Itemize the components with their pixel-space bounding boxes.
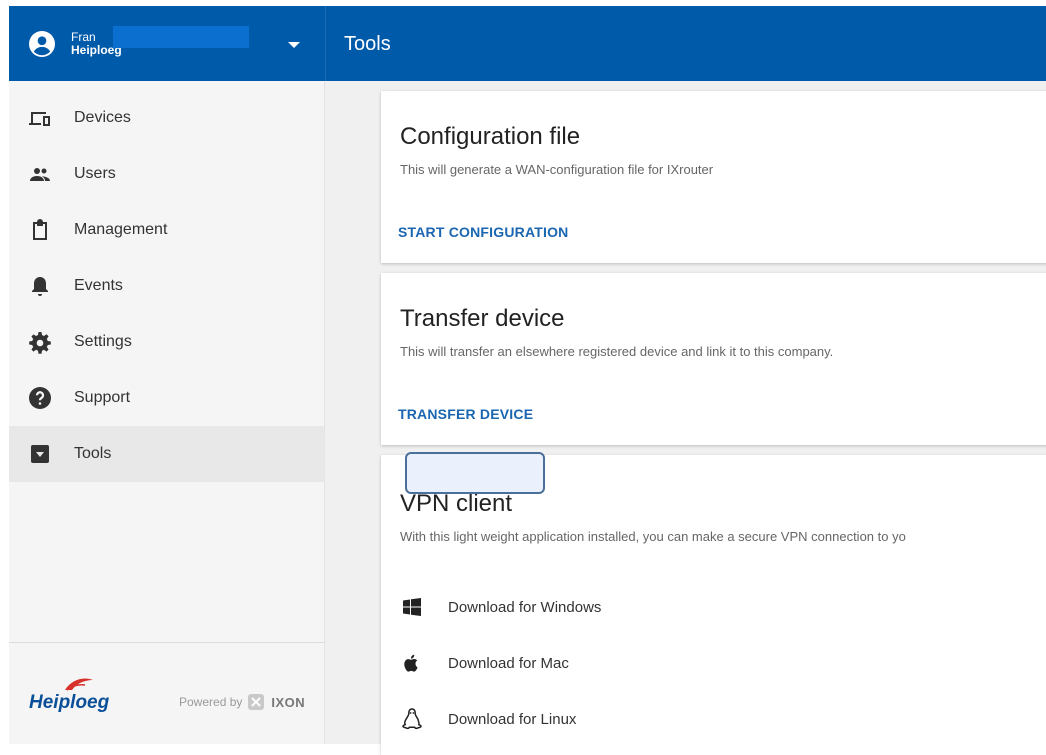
account-menu[interactable]: Fran Heiploeg bbox=[9, 6, 325, 81]
devices-icon bbox=[28, 106, 52, 130]
download-windows-link[interactable]: Download for Windows bbox=[401, 596, 601, 618]
sidebar-item-label: Events bbox=[74, 277, 123, 294]
ixon-logo-icon bbox=[248, 694, 265, 710]
download-label: Download for Windows bbox=[448, 598, 602, 616]
sidebar-item-management[interactable]: Management bbox=[9, 202, 324, 258]
vpn-card: VPN client With this light weight applic… bbox=[381, 455, 1046, 755]
sidebar-item-tools[interactable]: Tools bbox=[9, 426, 324, 482]
download-linux-link[interactable]: Download for Linux bbox=[401, 708, 576, 730]
account-circle-icon bbox=[29, 30, 55, 57]
transfer-device-button[interactable]: TRANSFER DEVICE bbox=[398, 406, 533, 422]
page-title: Tools bbox=[344, 33, 391, 55]
heiploeg-logo: Heiploeg bbox=[25, 668, 135, 724]
powered-by-text: Powered by bbox=[179, 695, 243, 709]
main-content: Configuration file This will generate a … bbox=[325, 81, 1046, 755]
powered-by: Powered by IXON bbox=[179, 693, 305, 711]
linux-icon bbox=[401, 708, 423, 730]
clipboard-icon bbox=[28, 218, 52, 242]
card-title: Configuration file bbox=[400, 123, 581, 150]
sidebar-item-events[interactable]: Events bbox=[9, 258, 324, 314]
sidebar-item-label: Support bbox=[74, 389, 131, 406]
sidebar-item-devices[interactable]: Devices bbox=[9, 90, 324, 146]
card-description: With this light weight application insta… bbox=[400, 529, 906, 544]
help-icon bbox=[28, 386, 52, 410]
download-label: Download for Linux bbox=[448, 710, 577, 728]
configuration-card: Configuration file This will generate a … bbox=[381, 91, 1046, 263]
card-description: This will generate a WAN-configuration f… bbox=[400, 162, 714, 177]
sidebar-item-label: Devices bbox=[74, 109, 131, 126]
windows-icon bbox=[401, 596, 423, 618]
logo-text: Heiploeg bbox=[29, 692, 110, 713]
ixon-logo-text: IXON bbox=[271, 694, 306, 710]
sidebar-footer: Heiploeg Powered by IXON bbox=[9, 642, 324, 745]
bell-icon bbox=[28, 274, 52, 298]
gear-icon bbox=[28, 330, 52, 354]
transfer-card: Transfer device This will transfer an el… bbox=[381, 273, 1046, 445]
apple-icon bbox=[401, 652, 423, 674]
users-icon bbox=[28, 162, 52, 186]
sidebar-item-label: Settings bbox=[74, 333, 132, 350]
caret-down-icon[interactable] bbox=[288, 42, 300, 48]
sidebar-item-settings[interactable]: Settings bbox=[9, 314, 324, 370]
card-description: This will transfer an elsewhere register… bbox=[400, 344, 834, 359]
archive-icon bbox=[28, 442, 52, 466]
sidebar-item-label: Tools bbox=[74, 445, 112, 462]
redaction-block bbox=[113, 26, 249, 48]
sidebar-item-users[interactable]: Users bbox=[9, 146, 324, 202]
sidebar-item-label: Management bbox=[74, 221, 168, 238]
sidebar-item-label: Users bbox=[74, 165, 116, 182]
download-mac-link[interactable]: Download for Mac bbox=[401, 652, 569, 674]
card-title: VPN client bbox=[400, 490, 513, 517]
download-label: Download for Mac bbox=[448, 654, 569, 672]
app-bar: Tools bbox=[325, 6, 1046, 81]
card-title: Transfer device bbox=[400, 305, 565, 332]
highlight-box bbox=[405, 452, 545, 494]
sidebar: Devices Users Management Events Settings… bbox=[9, 81, 325, 744]
sidebar-item-support[interactable]: Support bbox=[9, 370, 324, 426]
start-configuration-button[interactable]: START CONFIGURATION bbox=[398, 224, 569, 240]
